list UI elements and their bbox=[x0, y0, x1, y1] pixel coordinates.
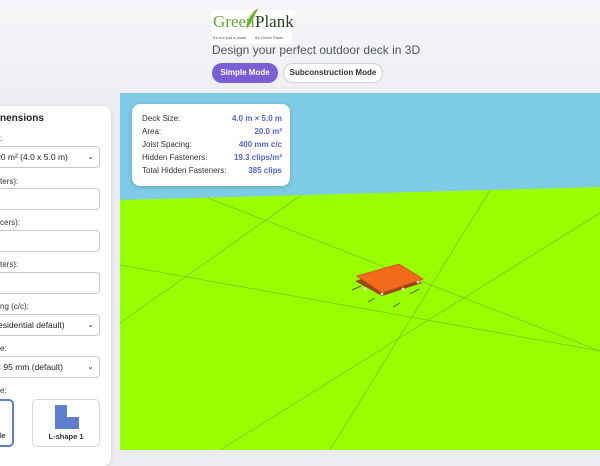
info-row: Area: 20.0 m² bbox=[142, 126, 282, 138]
chevron-down-icon: ⌄ bbox=[87, 152, 94, 161]
info-key: Deck Size: bbox=[142, 114, 181, 123]
ground-plane bbox=[120, 187, 600, 450]
length-input[interactable] bbox=[0, 188, 100, 210]
info-row: Hidden Fasteners: 19.3 clips/m² bbox=[142, 152, 282, 164]
info-value: 20.0 m² bbox=[254, 127, 282, 136]
height-input[interactable] bbox=[0, 272, 100, 294]
info-value: 400 mm c/c bbox=[238, 140, 282, 149]
shape-option-rectangle[interactable]: gle bbox=[0, 399, 14, 447]
info-key: Joist Spacing: bbox=[142, 140, 192, 149]
deck-info-panel: Deck Size: 4.0 m × 5.0 m Area: 20.0 m² J… bbox=[132, 104, 290, 186]
shape-option-l-shape-1[interactable]: L-shape 1 bbox=[32, 399, 100, 447]
width-label: cers): bbox=[0, 218, 20, 227]
info-value: 4.0 m × 5.0 m bbox=[231, 114, 282, 123]
joist-spacing-label: ng (c/c): bbox=[0, 302, 29, 311]
logo-slogan-1: It's not just a plank bbox=[213, 35, 247, 40]
subconstruction-mode-button[interactable]: Subconstruction Mode bbox=[283, 63, 383, 83]
joist-spacing-value: (Residential default) bbox=[0, 320, 65, 330]
info-key: Total Hidden Fasteners: bbox=[142, 166, 227, 175]
deck-size-value: d 20 m² (4.0 x 5.0 m) bbox=[0, 152, 68, 162]
board-size-select[interactable]: 5 × 95 mm (default) ⌄ bbox=[0, 356, 100, 378]
info-row: Joist Spacing: 400 mm c/c bbox=[142, 139, 282, 151]
info-row: Total Hidden Fasteners: 385 clips bbox=[142, 165, 282, 177]
joist-spacing-select[interactable]: (Residential default) ⌄ bbox=[0, 314, 100, 336]
simple-mode-button[interactable]: Simple Mode bbox=[212, 63, 278, 83]
width-input[interactable] bbox=[0, 230, 100, 252]
sidebar-title: nensions bbox=[0, 113, 44, 124]
info-value: 19.3 clips/m² bbox=[233, 153, 282, 162]
info-row: Deck Size: 4.0 m × 5.0 m bbox=[142, 113, 282, 125]
green-plank-logo: Green Plank It's not just a plank it's G… bbox=[212, 8, 294, 44]
length-label: ters): bbox=[0, 177, 19, 186]
logo-word-plank: Plank bbox=[255, 12, 294, 31]
info-value: 385 clips bbox=[248, 166, 282, 175]
shape-option-label: gle bbox=[0, 431, 6, 440]
info-key: Hidden Fasteners: bbox=[142, 153, 208, 162]
shape-option-label: L-shape 1 bbox=[48, 432, 84, 441]
chevron-down-icon: ⌄ bbox=[87, 320, 94, 329]
tagline: Design your perfect outdoor deck in 3D bbox=[212, 43, 421, 57]
board-size-label: e: bbox=[0, 344, 7, 353]
deck-shape-label: e: bbox=[0, 386, 7, 395]
deck-size-label: : bbox=[0, 134, 3, 143]
l-shape-icon bbox=[55, 405, 79, 429]
board-size-value: 5 × 95 mm (default) bbox=[0, 362, 63, 372]
chevron-down-icon: ⌄ bbox=[87, 362, 94, 371]
app-header: Green Plank It's not just a plank it's G… bbox=[0, 0, 600, 93]
info-key: Area: bbox=[142, 127, 162, 136]
logo-slogan-2: it's Green Plank bbox=[255, 35, 284, 40]
height-label: ters): bbox=[0, 260, 19, 269]
deck-size-select[interactable]: d 20 m² (4.0 x 5.0 m) ⌄ bbox=[0, 146, 100, 168]
